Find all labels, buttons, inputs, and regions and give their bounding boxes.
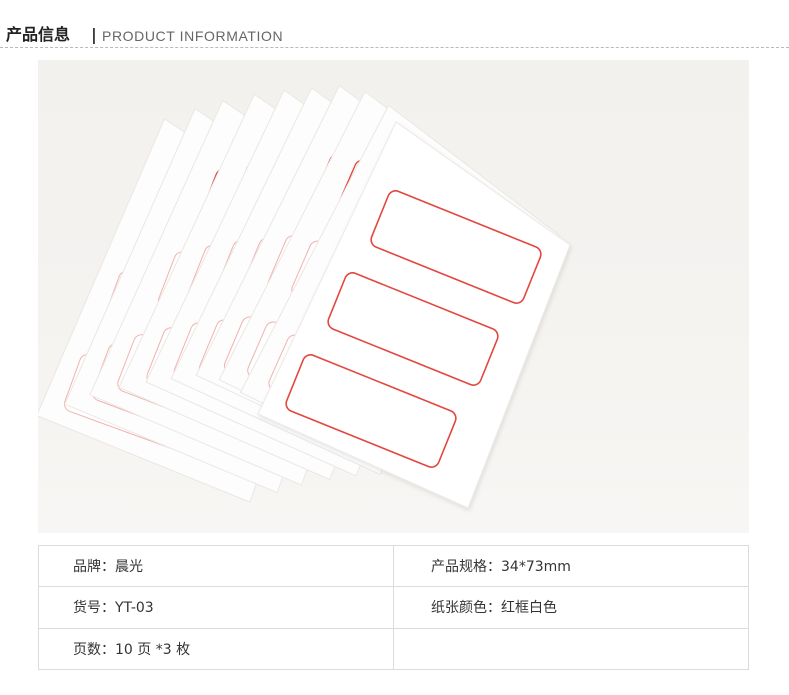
- spec-label: 纸张颜色：: [431, 600, 501, 617]
- spec-cell-paper-color: 纸张颜色：红框白色: [393, 586, 749, 629]
- spec-cell-brand: 品牌：晨光: [38, 544, 394, 588]
- section-title-en: PRODUCT INFORMATION: [102, 28, 284, 44]
- spec-value: 10 页 *3 枚: [115, 641, 191, 658]
- spec-cell-pages: 页数：10 页 *3 枚: [38, 627, 394, 671]
- spec-label: 页数：: [73, 641, 115, 658]
- spec-label: 产品规格：: [431, 559, 501, 576]
- spec-label: 品牌：: [73, 559, 115, 576]
- spec-label: 货号：: [73, 600, 115, 617]
- section-header: 产品信息 | PRODUCT INFORMATION: [4, 24, 789, 48]
- spec-value: 红框白色: [501, 600, 557, 617]
- title-separator: |: [91, 25, 97, 44]
- label-sheets-illustration: [38, 84, 571, 509]
- dashed-divider: [0, 47, 789, 48]
- spec-value: YT-03: [115, 600, 154, 617]
- spec-table: 品牌：晨光 产品规格：34*73mm 货号：YT-03 纸张颜色：红框白色 页数…: [38, 544, 749, 671]
- spec-cell-size: 产品规格：34*73mm: [393, 544, 749, 588]
- product-photo: [38, 60, 749, 533]
- spec-cell-model: 货号：YT-03: [38, 586, 394, 629]
- spec-cell-empty: [393, 627, 749, 671]
- section-title-cn: 产品信息: [6, 25, 71, 44]
- table-row: 货号：YT-03 纸张颜色：红框白色: [38, 586, 749, 629]
- spec-value: 34*73mm: [501, 559, 571, 576]
- table-row: 页数：10 页 *3 枚: [38, 627, 749, 671]
- table-row: 品牌：晨光 产品规格：34*73mm: [38, 544, 749, 588]
- spec-value: 晨光: [115, 559, 143, 576]
